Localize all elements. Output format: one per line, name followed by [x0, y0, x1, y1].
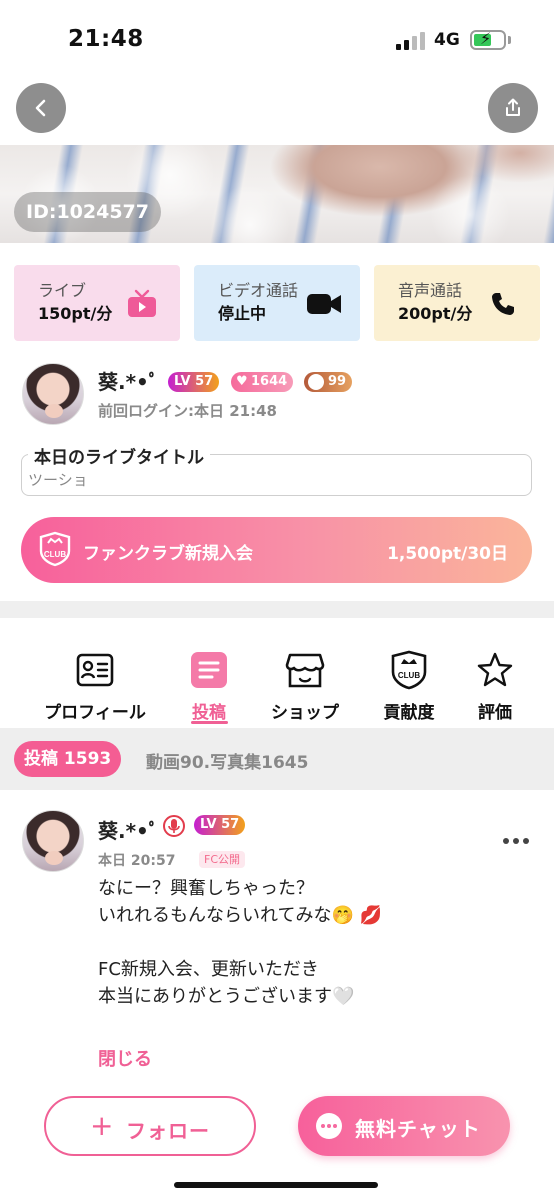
post-level-badge: LV 57	[194, 815, 246, 835]
live-card-price: 150pt/分	[38, 304, 113, 323]
svg-text:CLUB: CLUB	[398, 671, 420, 680]
tab-shop[interactable]: ショップ	[250, 650, 360, 723]
tab-profile[interactable]: プロフィール	[40, 650, 150, 723]
chat-bubble-icon	[316, 1113, 342, 1139]
heart-icon: ♥	[236, 374, 248, 389]
tv-icon	[128, 289, 156, 317]
user-name: 葵.*•ﾟ	[98, 370, 159, 394]
chevron-left-icon	[35, 99, 46, 117]
status-bar: 21:48 4G ⚡	[0, 0, 554, 84]
video-call-card[interactable]: ビデオ通話 停止中	[194, 265, 360, 341]
post-filter-bar: 投稿 1593 動画90.写真集1645	[0, 728, 554, 790]
voice-call-label: 音声通話	[398, 281, 463, 300]
posts-icon	[191, 652, 227, 688]
fanclub-join-button[interactable]: CLUB ファンクラブ新規入会 1,500pt/30日	[21, 517, 532, 583]
club-badge: 99	[304, 372, 353, 392]
follow-label: フォロー	[126, 1119, 210, 1143]
post-line: いれれるもんならいれてみな🤭 💋	[98, 905, 383, 926]
hearts-count: 1644	[251, 374, 288, 389]
post-line	[98, 929, 518, 956]
free-chat-label: 無料チャット	[355, 1117, 481, 1141]
tab-posts[interactable]: 投稿	[154, 650, 264, 723]
filter-media-counts[interactable]: 動画90.写真集1645	[146, 748, 308, 773]
collapse-post-link[interactable]: 閉じる	[98, 1045, 152, 1071]
post-time: 本日 20:57	[98, 853, 176, 869]
club-shield-icon: CLUB	[39, 531, 71, 567]
shop-icon	[285, 653, 325, 688]
star-icon	[477, 652, 513, 687]
last-login: 前回ログイン:本日 21:48	[98, 402, 277, 420]
post-line: FC新規入会、更新いただき	[98, 959, 319, 980]
status-time: 21:48	[68, 26, 144, 52]
club-count: 99	[328, 374, 347, 389]
share-icon	[506, 98, 520, 116]
club-crown-icon: CLUB	[391, 650, 427, 690]
hearts-badge: ♥ 1644	[231, 372, 294, 392]
post-author-name: 葵.*•ﾟ	[98, 819, 159, 843]
profile-card-icon	[76, 653, 114, 687]
post-line: なにー？興奮しちゃった？	[98, 878, 314, 899]
fanclub-label: ファンクラブ新規入会	[83, 544, 253, 564]
voice-call-price: 200pt/分	[398, 304, 473, 323]
phone-icon	[492, 293, 514, 315]
network-type: 4G	[434, 30, 460, 50]
filter-posts-chip[interactable]: 投稿 1593	[14, 741, 122, 777]
follow-button[interactable]: + フォロー	[44, 1096, 256, 1156]
active-tab-indicator	[191, 721, 228, 724]
free-chat-button[interactable]: 無料チャット	[298, 1096, 510, 1156]
tab-rating-label: 評価	[478, 703, 512, 723]
post-avatar[interactable]	[22, 810, 84, 872]
video-camera-icon	[307, 294, 341, 314]
charging-icon: ⚡	[480, 29, 492, 48]
share-button[interactable]	[488, 83, 538, 133]
fc-public-tag: FC公開	[199, 851, 246, 868]
plus-icon: +	[90, 1109, 114, 1142]
user-id-badge: ID:1024577	[14, 192, 161, 232]
live-title-value: ツーショ	[28, 471, 88, 489]
section-divider	[0, 601, 554, 618]
fanclub-price: 1,500pt/30日	[387, 544, 508, 564]
back-button[interactable]	[16, 83, 66, 133]
level-badge: LV 57	[168, 372, 220, 392]
tab-rating[interactable]: 評価	[440, 650, 550, 723]
live-card-label: ライブ	[38, 281, 87, 300]
microphone-icon	[163, 815, 185, 837]
tab-shop-label: ショップ	[271, 703, 339, 723]
live-title-legend: 本日のライブタイトル	[28, 443, 210, 468]
live-card[interactable]: ライブ 150pt/分	[14, 265, 180, 341]
home-indicator	[174, 1182, 378, 1188]
post-body: なにー？興奮しちゃった？ いれれるもんならいれてみな🤭 💋 FC新規入会、更新い…	[98, 875, 518, 1010]
voice-call-card[interactable]: 音声通話 200pt/分	[374, 265, 540, 341]
club-icon	[308, 374, 324, 390]
signal-icon	[396, 32, 426, 50]
more-options-icon[interactable]	[503, 838, 531, 846]
tab-profile-label: プロフィール	[44, 703, 146, 723]
avatar[interactable]	[22, 363, 84, 425]
svg-text:CLUB: CLUB	[44, 550, 66, 559]
tab-posts-label: 投稿	[192, 703, 226, 723]
post-line: 本当にありがとうございます🤍	[98, 986, 355, 1007]
